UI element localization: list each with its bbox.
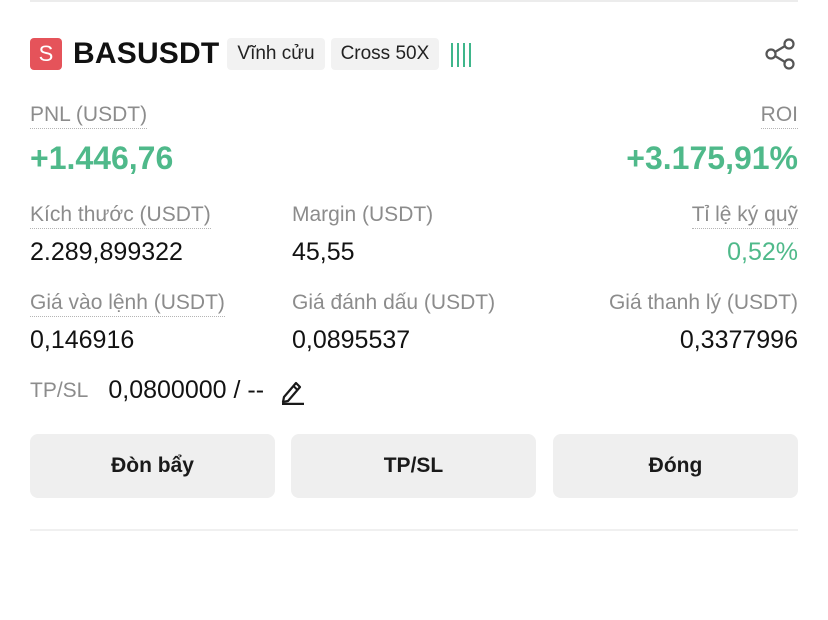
liq-price-value: 0,3377996 [679,326,798,354]
bottom-divider [30,529,798,531]
margin-value: 45,55 [292,238,355,266]
edit-icon[interactable] [278,377,306,405]
symbol-title[interactable]: BASUSDT [73,37,219,71]
entry-price-label[interactable]: Giá vào lệnh (USDT) [30,291,225,317]
margin-ratio-value: 0,52% [727,238,798,266]
share-icon[interactable] [762,36,798,72]
size-value: 2.289,899322 [30,238,183,266]
tpsl-label: TP/SL [30,378,89,402]
margin-label: Margin (USDT) [292,203,434,226]
pnl-value: +1.446,76 [30,140,174,176]
close-position-button[interactable]: Đóng [553,434,798,498]
side-badge: S [30,38,62,70]
roi-label[interactable]: ROI [760,103,798,129]
entry-price-value: 0,146916 [30,326,135,354]
pnl-label[interactable]: PNL (USDT) [30,103,148,129]
strength-bars-icon [451,41,472,67]
roi-value: +3.175,91% [626,140,798,176]
mark-price-label: Giá đánh dấu (USDT) [292,291,496,314]
margin-mode-tag[interactable]: Cross 50X [330,38,440,70]
tpsl-row: TP/SL 0,0800000 / -- [30,376,306,405]
leverage-button[interactable]: Đòn bẩy [30,434,275,498]
top-divider [30,0,798,2]
size-label[interactable]: Kích thước (USDT) [30,203,211,229]
liq-price-label: Giá thanh lý (USDT) [608,291,798,314]
margin-ratio-label[interactable]: Tỉ lệ ký quỹ [691,203,798,229]
tpsl-button[interactable]: TP/SL [291,434,536,498]
contract-type-tag: Vĩnh cửu [227,38,325,70]
position-header: S BASUSDT Vĩnh cửu Cross 50X [30,36,798,72]
tpsl-value: 0,0800000 / -- [108,376,265,404]
mark-price-value: 0,0895537 [292,326,411,354]
